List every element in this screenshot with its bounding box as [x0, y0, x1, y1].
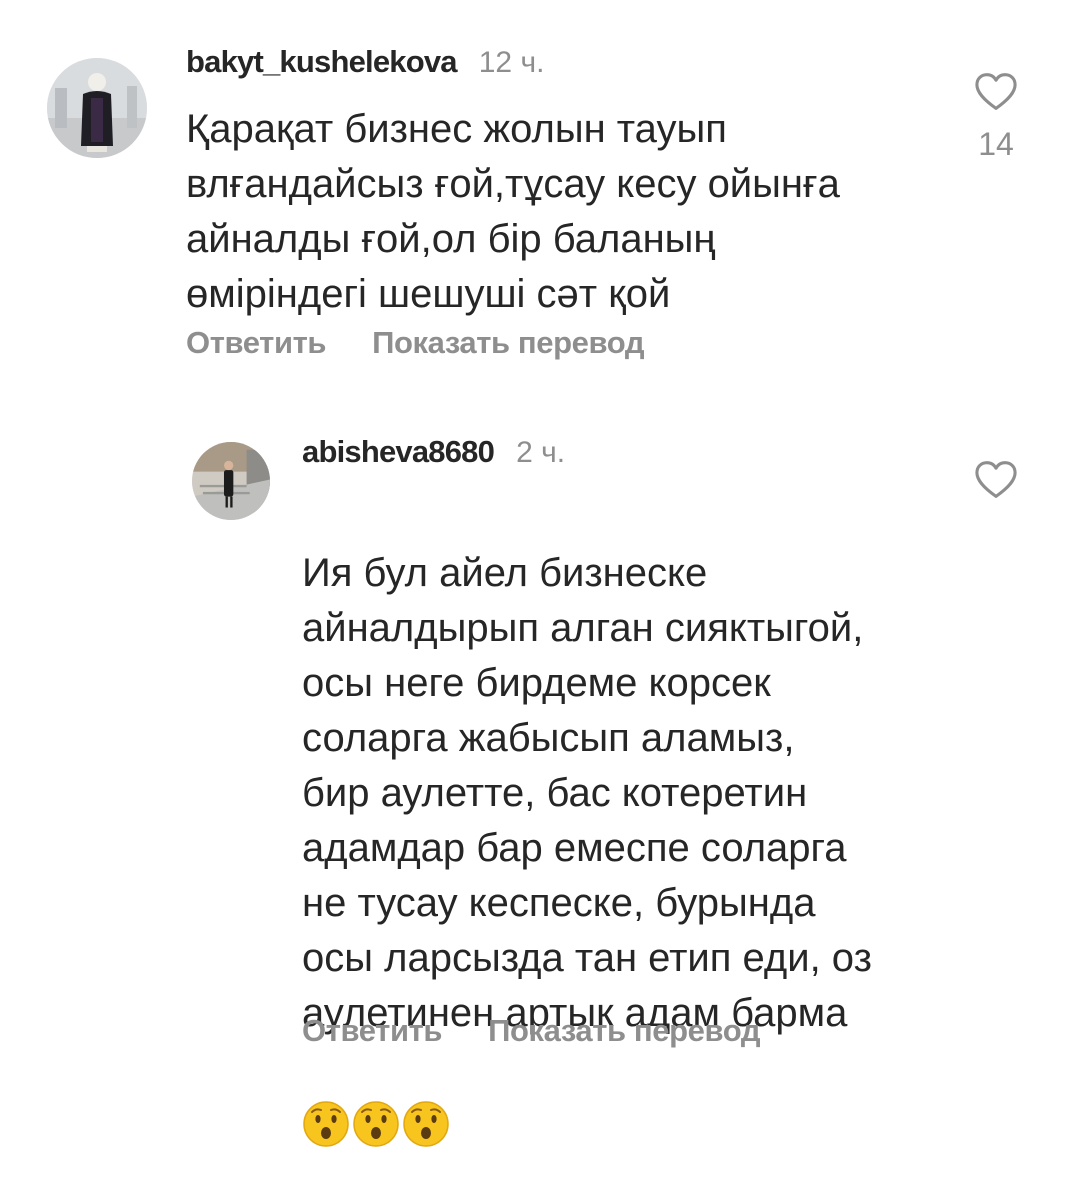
username[interactable]: bakyt_kushelekova — [186, 44, 458, 80]
show-translation-button[interactable]: Показать перевод — [488, 1013, 760, 1049]
comment-text: Ия бул айел бизнеске айналдырып алган си… — [302, 551, 872, 1035]
timestamp: 12 ч. — [478, 46, 545, 79]
avatar[interactable] — [192, 442, 270, 520]
heart-outline-icon[interactable] — [974, 460, 1018, 500]
comment-meta: bakyt_kushelekova 12 ч. — [186, 44, 544, 80]
like-control — [971, 460, 1021, 500]
hushed-face-emoji — [403, 1101, 449, 1147]
avatar[interactable] — [47, 58, 147, 158]
heart-outline-icon[interactable] — [974, 72, 1018, 112]
reply-button[interactable]: Ответить — [302, 1013, 442, 1049]
timestamp: 2 ч. — [516, 436, 566, 469]
avatar-photo — [192, 442, 270, 520]
comment-meta: abisheva8680 2 ч. — [302, 434, 565, 470]
show-translation-button[interactable]: Показать перевод — [372, 325, 644, 361]
username[interactable]: abisheva8680 — [302, 434, 495, 470]
hushed-face-emoji — [303, 1101, 349, 1147]
reply-button[interactable]: Ответить — [186, 325, 326, 361]
avatar-photo — [47, 58, 147, 158]
like-count: 14 — [978, 126, 1014, 162]
like-control: 14 — [971, 72, 1021, 163]
comment-text: Қарақат бизнес жолын тауып влғандайсыз ғ… — [186, 107, 840, 316]
hushed-face-emoji — [353, 1101, 399, 1147]
comment-actions: Ответить Показать перевод — [186, 325, 645, 361]
emoji-row — [302, 1100, 872, 1148]
comment-actions: Ответить Показать перевод — [302, 1013, 761, 1049]
comment-body: Ия бул айел бизнеске айналдырып алган си… — [302, 491, 872, 1203]
